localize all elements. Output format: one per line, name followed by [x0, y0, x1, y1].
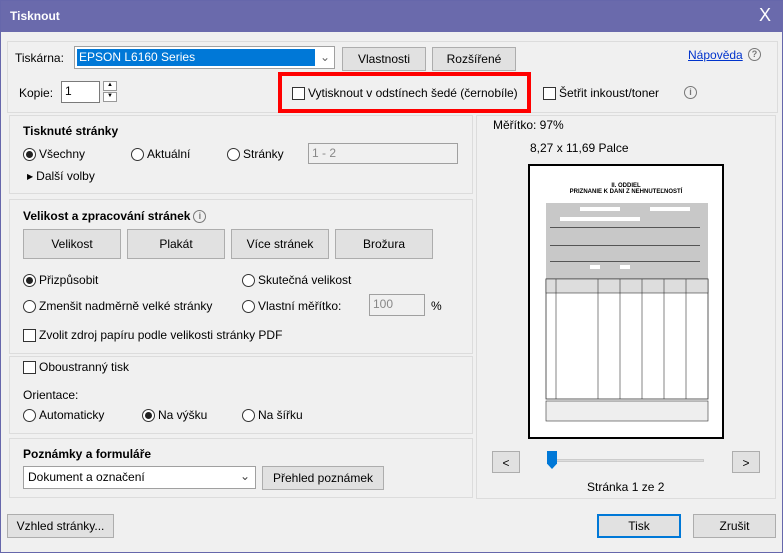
chevron-down-icon: ⌄	[320, 50, 331, 64]
radio-fit-label: Přizpůsobit	[39, 273, 99, 287]
page-preview: II. ODDIEL PRIZNANIE K DANI Z NEHNUTEĽNO…	[528, 164, 724, 439]
radio-actual-label: Skutečná velikost	[258, 273, 352, 287]
radio-custom-scale[interactable]: Vlastní měřítko:	[242, 299, 341, 313]
radio-auto-label: Automaticky	[39, 408, 105, 422]
cancel-button[interactable]: Zrušit	[693, 514, 776, 538]
radio-auto[interactable]: Automaticky	[23, 408, 104, 422]
radio-landscape-label: Na šířku	[258, 408, 303, 422]
size-button[interactable]: Velikost	[23, 229, 121, 259]
page-indicator: Stránka 1 ze 2	[587, 480, 665, 494]
copies-label: Kopie:	[19, 86, 54, 100]
sizing-header: Velikost a zpracování stránek i	[23, 209, 207, 223]
title-bar: Tisknout X	[1, 1, 783, 32]
radio-actual-size[interactable]: Skutečná velikost	[242, 273, 351, 287]
comments-title: Poznámky a formuláře	[23, 447, 152, 461]
multiple-pages-button[interactable]: Více stránek	[231, 229, 329, 259]
orientation-label: Orientace:	[23, 388, 79, 402]
radio-landscape[interactable]: Na šířku	[242, 408, 303, 422]
printer-value: EPSON L6160 Series	[77, 49, 315, 66]
percent-label: %	[431, 299, 442, 313]
page-slider-track[interactable]	[552, 459, 704, 462]
more-options-toggle[interactable]: ▶ Další volby	[27, 169, 95, 183]
save-ink-checkbox[interactable]: Šetřit inkoust/toner	[543, 86, 659, 100]
info-icon: i	[684, 86, 697, 99]
properties-button[interactable]: Vlastnosti	[342, 47, 426, 71]
scale-readout: Měřítko: 97%	[493, 118, 564, 132]
radio-custom-label: Vlastní měřítko:	[258, 299, 342, 313]
window-title: Tisknout	[10, 9, 60, 23]
radio-shrink-label: Zmenšit nadměrně velké stránky	[39, 299, 213, 313]
copies-up-button[interactable]: ▲	[103, 81, 117, 91]
comments-select[interactable]: Dokument a označení ⌄	[23, 466, 256, 489]
grayscale-checkbox[interactable]: Vytisknout v odstínech šedé (černobíle)	[292, 86, 518, 100]
sizing-title: Velikost a zpracování stránek	[23, 209, 191, 223]
printer-select[interactable]: EPSON L6160 Series ⌄	[74, 46, 335, 69]
radio-fit[interactable]: Přizpůsobit	[23, 273, 98, 287]
comments-value: Dokument a označení	[28, 470, 145, 484]
radio-current[interactable]: Aktuální	[131, 147, 190, 161]
next-page-button[interactable]: >	[732, 451, 760, 473]
advanced-button[interactable]: Rozšířené	[432, 47, 516, 71]
paper-size: 8,27 x 11,69 Palce	[530, 141, 629, 155]
radio-pages-label: Stránky	[243, 147, 284, 161]
radio-portrait-label: Na výšku	[158, 408, 208, 422]
scale-input[interactable]: 100	[369, 294, 425, 316]
print-button[interactable]: Tisk	[597, 514, 681, 538]
booklet-button[interactable]: Brožura	[335, 229, 433, 259]
radio-current-label: Aktuální	[147, 147, 191, 161]
pages-title: Tisknuté stránky	[23, 124, 119, 138]
copies-down-button[interactable]: ▼	[103, 92, 117, 102]
copies-input[interactable]: 1	[61, 81, 100, 103]
info-icon: i	[193, 209, 207, 223]
page-range-input[interactable]: 1 - 2	[308, 143, 458, 164]
comments-summary-button[interactable]: Přehled poznámek	[262, 466, 384, 490]
paper-source-checkbox[interactable]: Zvolit zdroj papíru podle velikosti strá…	[23, 328, 282, 342]
more-options-label: Další volby	[36, 169, 95, 183]
poster-button[interactable]: Plakát	[127, 229, 225, 259]
radio-portrait[interactable]: Na výšku	[142, 408, 207, 422]
help-icon[interactable]: ?	[748, 48, 761, 61]
document-form-image	[545, 203, 709, 422]
paper-source-label: Zvolit zdroj papíru podle velikosti strá…	[39, 328, 283, 342]
triangle-right-icon: ▶	[27, 171, 34, 181]
radio-all-label: Všechny	[39, 147, 86, 161]
close-button[interactable]: X	[759, 5, 771, 26]
chevron-down-icon: ⌄	[239, 469, 250, 483]
duplex-label: Oboustranný tisk	[39, 360, 130, 374]
duplex-checkbox[interactable]: Oboustranný tisk	[23, 360, 129, 374]
radio-all[interactable]: Všechny	[23, 147, 85, 161]
grayscale-label: Vytisknout v odstínech šedé (černobíle)	[308, 86, 518, 100]
prev-page-button[interactable]: <	[492, 451, 520, 473]
page-setup-button[interactable]: Vzhled stránky...	[7, 514, 114, 538]
help-link[interactable]: Nápověda	[688, 48, 743, 62]
save-ink-label: Šetřit inkoust/toner	[559, 86, 660, 100]
radio-shrink[interactable]: Zmenšit nadměrně velké stránky	[23, 299, 212, 313]
radio-pages[interactable]: Stránky	[227, 147, 284, 161]
printer-label: Tiskárna:	[15, 51, 64, 65]
